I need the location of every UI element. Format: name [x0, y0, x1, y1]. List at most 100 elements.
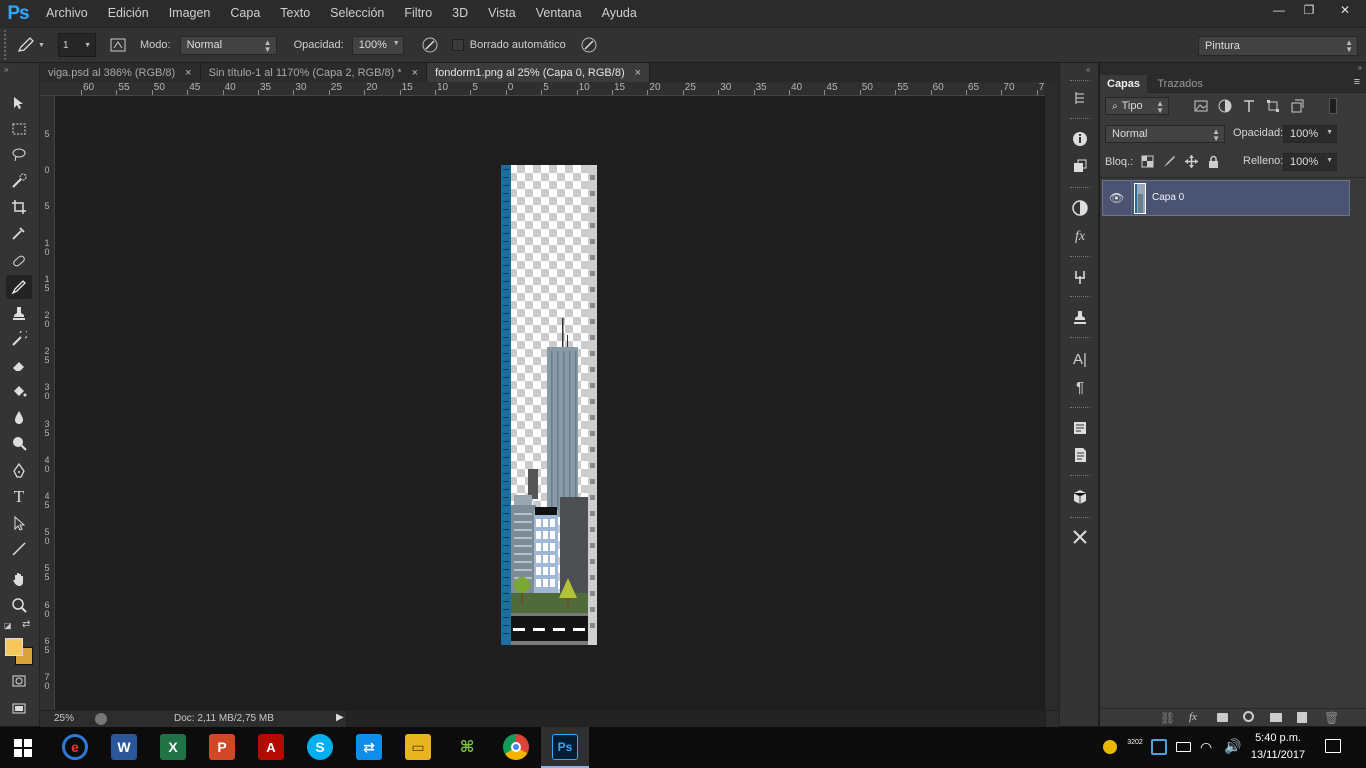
powerpoint-icon[interactable]: P: [209, 734, 235, 760]
paint-bucket-tool-icon[interactable]: [6, 379, 32, 403]
layer-opacity-input[interactable]: 100% ▼: [1283, 125, 1337, 143]
lock-brush-icon[interactable]: [1163, 155, 1176, 168]
lock-transparency-icon[interactable]: [1141, 155, 1154, 168]
layer-style-fx-icon[interactable]: fx: [1189, 711, 1197, 723]
collapse-icon[interactable]: »: [4, 65, 8, 74]
pencil-tool-icon[interactable]: [6, 275, 32, 299]
crop-tool-icon[interactable]: [6, 195, 32, 219]
pressure-opacity-button[interactable]: [419, 35, 441, 55]
photoshop-taskbar-active[interactable]: Ps: [541, 727, 589, 768]
tray-temp[interactable]: 3202: [1127, 739, 1143, 755]
action-center-icon[interactable]: [1325, 739, 1341, 753]
eraser-tool-icon[interactable]: [6, 353, 32, 377]
menu-ayuda[interactable]: Ayuda: [592, 0, 647, 27]
3d-layers-icon[interactable]: [1070, 156, 1090, 176]
foreground-color-swatch[interactable]: [5, 638, 23, 656]
character-styles-icon[interactable]: [1070, 418, 1090, 438]
restore-button[interactable]: ❐: [1294, 0, 1324, 20]
shape-filter-icon[interactable]: [1266, 99, 1280, 113]
type-tool-icon[interactable]: T: [6, 485, 32, 509]
adjustment-filter-icon[interactable]: [1218, 99, 1232, 113]
close-button[interactable]: ✕: [1324, 0, 1366, 20]
lock-move-icon[interactable]: [1185, 155, 1198, 168]
status-options-icon[interactable]: [95, 713, 107, 725]
edge-browser-icon[interactable]: e: [62, 734, 88, 760]
zoom-tool-icon[interactable]: [6, 593, 32, 617]
healing-brush-tool-icon[interactable]: [6, 249, 32, 273]
marquee-tool-icon[interactable]: [6, 117, 32, 141]
info-icon[interactable]: [1070, 129, 1090, 149]
tool-preset-picker[interactable]: ▼: [16, 37, 46, 53]
collapse-panels-icon[interactable]: «: [1086, 65, 1090, 74]
menu-ventana[interactable]: Ventana: [526, 0, 592, 27]
history-icon[interactable]: [1070, 88, 1090, 108]
lock-all-icon[interactable]: [1207, 155, 1220, 168]
tray-app-icon[interactable]: [1103, 740, 1117, 754]
new-layer-icon[interactable]: [1297, 712, 1307, 723]
acrobat-icon[interactable]: A: [258, 734, 284, 760]
pressure-size-button[interactable]: [578, 35, 600, 55]
filter-toggle[interactable]: [1329, 98, 1337, 114]
layer-row-capa-0[interactable]: 👁 Capa 0: [1102, 180, 1350, 216]
camtasia-icon[interactable]: ⌘: [454, 734, 480, 760]
mode-select[interactable]: Normal ▲ ▼: [179, 35, 277, 55]
history-brush-tool-icon[interactable]: [6, 327, 32, 351]
eye-icon[interactable]: 👁: [1109, 191, 1124, 205]
clone-source-icon[interactable]: [1070, 307, 1090, 327]
new-group-icon[interactable]: [1270, 713, 1282, 722]
close-tab-icon[interactable]: ×: [185, 67, 191, 79]
battery-icon[interactable]: [1176, 742, 1191, 752]
tab-viga[interactable]: viga.psd al 386% (RGB/8) ×: [40, 63, 201, 82]
opacity-input[interactable]: 100% ▼: [351, 35, 404, 55]
paragraph-styles-icon[interactable]: [1070, 445, 1090, 465]
menu-edicion[interactable]: Edición: [98, 0, 159, 27]
tab-fondorm1[interactable]: fondorm1.png al 25% (Capa 0, RGB/8) ×: [427, 63, 651, 82]
chrome-icon[interactable]: [503, 734, 529, 760]
default-colors-icon[interactable]: ◪: [4, 621, 12, 630]
wifi-icon[interactable]: ◠: [1200, 739, 1212, 756]
canvas-area[interactable]: [56, 97, 1045, 710]
menu-vista[interactable]: Vista: [478, 0, 526, 27]
tab-trazados[interactable]: Trazados: [1150, 75, 1209, 94]
eyedropper-tool-icon[interactable]: [6, 221, 32, 245]
paragraph-icon[interactable]: ¶: [1070, 377, 1090, 397]
adjustments-icon[interactable]: [1070, 198, 1090, 218]
character-icon[interactable]: A|: [1070, 349, 1090, 369]
menu-texto[interactable]: Texto: [270, 0, 320, 27]
zoom-level[interactable]: 25%: [54, 713, 74, 724]
collapse-icon[interactable]: »: [1358, 63, 1362, 72]
lasso-tool-icon[interactable]: [6, 143, 32, 167]
tab-sin-titulo-1[interactable]: Sin título-1 al 1170% (Capa 2, RGB/8) * …: [200, 63, 428, 82]
swap-colors-icon[interactable]: ⇄: [22, 619, 30, 630]
blur-tool-icon[interactable]: [6, 405, 32, 429]
quick-mask-icon[interactable]: [6, 669, 32, 693]
teamviewer-icon[interactable]: ⇄: [356, 734, 382, 760]
delete-layer-icon[interactable]: 🗑: [1324, 711, 1339, 725]
close-tab-icon[interactable]: ×: [412, 67, 418, 79]
quick-selection-tool-icon[interactable]: [6, 169, 32, 193]
3d-cube-icon[interactable]: [1070, 487, 1090, 507]
skype-icon[interactable]: S: [307, 734, 333, 760]
link-layers-icon[interactable]: ⛓: [1160, 711, 1175, 725]
panel-menu-icon[interactable]: ≡: [1354, 76, 1360, 88]
auto-erase-checkbox[interactable]: [451, 39, 464, 51]
menu-seleccion[interactable]: Selección: [320, 0, 394, 27]
clock-date[interactable]: 13/11/2017: [1243, 749, 1313, 761]
volume-icon[interactable]: 🔊: [1224, 738, 1241, 755]
brush-size-picker[interactable]: 1 ▼: [58, 33, 96, 57]
dodge-tool-icon[interactable]: [6, 431, 32, 455]
menu-capa[interactable]: Capa: [220, 0, 270, 27]
minimize-button[interactable]: —: [1264, 0, 1294, 20]
excel-icon[interactable]: X: [160, 734, 186, 760]
styles-fx-icon[interactable]: fx: [1070, 227, 1090, 247]
clone-stamp-tool-icon[interactable]: [6, 301, 32, 325]
add-mask-icon[interactable]: [1217, 713, 1228, 722]
image-filter-icon[interactable]: [1194, 99, 1208, 113]
windows-start-icon[interactable]: [14, 739, 32, 760]
pen-tool-icon[interactable]: [6, 459, 32, 483]
type-filter-icon[interactable]: [1242, 99, 1256, 113]
move-tool-icon[interactable]: [6, 91, 32, 115]
file-explorer-icon[interactable]: ▭: [405, 734, 431, 760]
clock-time[interactable]: 5:40 p.m.: [1243, 732, 1313, 744]
line-tool-icon[interactable]: [6, 537, 32, 561]
